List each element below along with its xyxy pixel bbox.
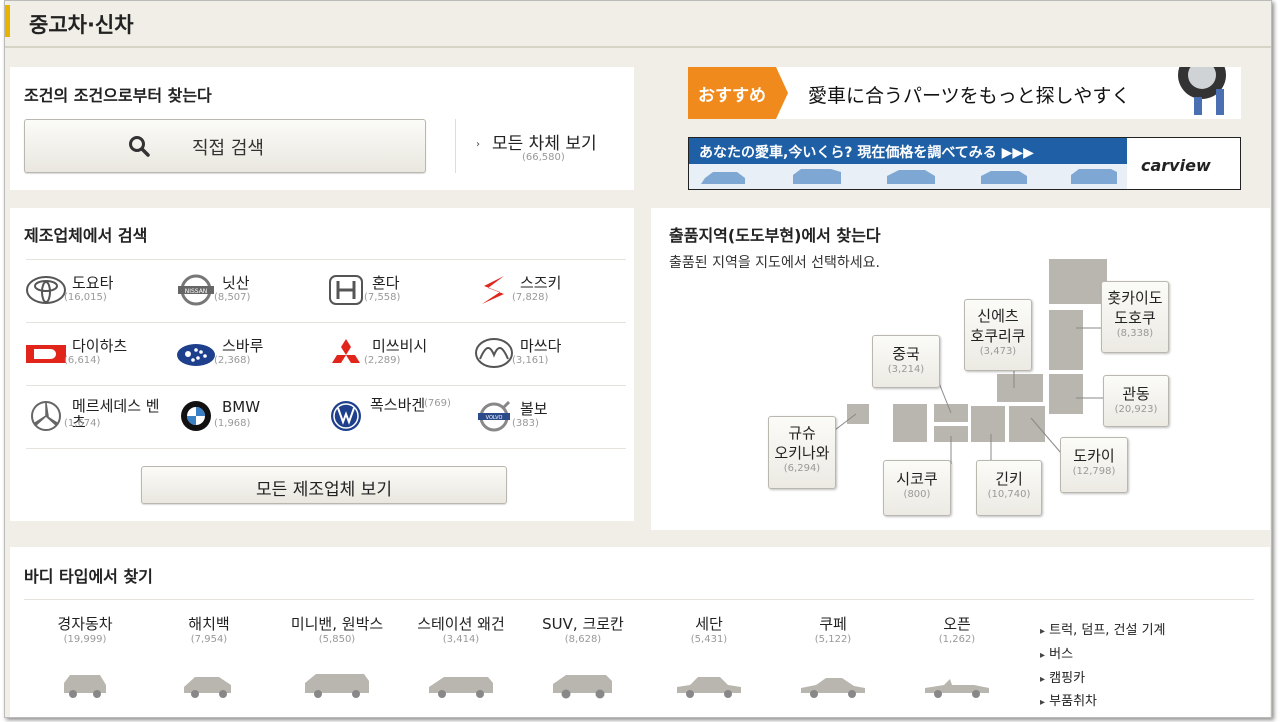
honda-logo-icon [326,274,366,306]
chevron-right-icon: › [476,139,480,150]
body-minivan[interactable]: 미니밴, 원박스 (5,850) [282,613,392,701]
row-divider [26,448,626,449]
maker-mazda[interactable]: 마쓰다 (3,161) [474,327,614,379]
ad1-text: 愛車に合うパーツをもっと探しやすく [808,81,1130,108]
row-divider [26,385,626,386]
all-cars-link[interactable]: › 모든 차체 보기 (66,580) [476,127,626,171]
hatchback-icon [181,671,237,701]
page-frame: 중고차·신차 조건의 조건으로부터 찾는다 직접 검색 › 모든 차체 보기 (… [4,0,1272,718]
chevron-right-icon: ▸ [1040,626,1045,637]
bodytype-title: 바디 타입에서 찾기 [24,563,153,587]
title-bar: 중고차·신차 [5,1,1271,48]
minivan-icon [302,671,372,701]
station-wagon-icon [426,671,496,701]
makers-title: 제조업체에서 검색 [24,222,147,246]
body-station-wagon[interactable]: 스테이션 왜건 (3,414) [406,613,516,701]
nissan-logo-icon: NISSAN [176,274,216,306]
convertible-icon [922,671,992,701]
maker-volkswagen[interactable]: 폭스바겐 (769) [326,390,466,442]
page-title: 중고차·신차 [29,9,134,39]
vw-logo-icon [326,400,366,432]
region-kyushu-okinawa[interactable]: 규슈 오키나와 (6,294) [768,416,836,489]
direct-search-button[interactable]: 직접 검색 [24,119,426,173]
ad-tag: おすすめ [688,67,788,119]
bmw-logo-icon [176,400,216,432]
makers-panel: 제조업체에서 검색 도요타 (16,015) NISSAN 닛산 (8,507)… [10,208,634,521]
carview-ad-left: あなたの愛車,今いくら? 現在価格を調べてみる ▶▶▶ [689,138,1127,189]
coupe-icon [798,671,868,701]
sedan-icon [674,671,744,701]
region-connector-lines [651,208,1270,530]
body-coupe[interactable]: 쿠페 (5,122) [778,613,888,701]
body-sedan[interactable]: 세단 (5,431) [654,613,764,701]
link-bus[interactable]: ▸ 버스 [1040,643,1073,662]
divider [455,119,456,173]
all-cars-label: 모든 차체 보기 [492,129,597,154]
region-shikoku[interactable]: 시코쿠 (800) [883,460,951,516]
condition-title: 조건의 조건으로부터 찾는다 [24,82,212,106]
maker-honda[interactable]: 혼다 (7,558) [326,264,466,316]
suv-icon [550,671,616,701]
mercedes-logo-icon [26,400,66,432]
maker-mercedes[interactable]: 메르세데스 벤츠 (1,674) [26,390,166,442]
tire-icon [1170,67,1234,119]
maker-suzuki[interactable]: 스즈키 (7,828) [474,264,614,316]
all-cars-count: (66,580) [522,152,565,163]
car-strip [689,164,1127,189]
regions-panel: 출품지역(도도부현)에서 찾는다 출품된 지역을 지도에서 선택하세요. [651,208,1270,530]
region-shinetsu-hokuriku[interactable]: 신에츠 호쿠리쿠 (3,473) [964,299,1032,371]
svg-text:NISSAN: NISSAN [185,288,208,295]
carview-ad-banner[interactable]: あなたの愛車,今いくら? 現在価格を調べてみる ▶▶▶ carview [688,137,1241,190]
row-divider [26,259,626,260]
suzuki-logo-icon [474,274,514,306]
body-hatchback[interactable]: 해치백 (7,954) [154,613,264,701]
region-tokai[interactable]: 도카이 (12,798) [1060,437,1128,493]
maker-subaru[interactable]: 스바루 (2,368) [176,327,316,379]
volvo-logo-icon: VOLVO [474,400,514,432]
subaru-logo-icon [176,337,216,369]
kei-car-icon [60,671,110,701]
chevron-right-icon: ▸ [1040,697,1045,708]
region-kinki[interactable]: 긴키 (10,740) [976,460,1042,516]
link-camper[interactable]: ▸ 캠핑카 [1040,667,1085,686]
condition-panel: 조건의 조건으로부터 찾는다 직접 검색 › 모든 차체 보기 (66,580) [10,67,634,190]
region-kanto[interactable]: 관동 (20,923) [1103,375,1169,427]
body-kei[interactable]: 경자동차 (19,999) [30,613,140,701]
chevron-right-icon: ▸ [1040,650,1045,661]
car-silhouettes-icon [689,164,1127,189]
mazda-logo-icon [474,337,514,369]
link-parts-car[interactable]: ▸ 부품취차 [1040,690,1097,709]
parts-ad-banner[interactable]: おすすめ 愛車に合うパーツをもっと探しやすく [688,67,1241,119]
mitsubishi-logo-icon [326,337,366,369]
title-accent [5,5,10,37]
chevron-right-icon: ▸ [1040,674,1045,685]
link-truck[interactable]: ▸ 트럭, 덤프, 건설 기계 [1040,619,1166,638]
all-makers-button[interactable]: 모든 제조업체 보기 [141,466,507,504]
maker-daihatsu[interactable]: 다이하츠 (6,614) [26,327,166,379]
body-suv[interactable]: SUV, 크로칸 (8,628) [528,613,638,701]
region-chugoku[interactable]: 중국 (3,214) [872,335,940,388]
region-hokkaido-tohoku[interactable]: 홋카이도 도호쿠 (8,338) [1101,281,1169,353]
svg-text:VOLVO: VOLVO [486,415,503,421]
search-icon [127,134,151,158]
daihatsu-logo-icon [26,337,66,369]
body-open[interactable]: 오픈 (1,262) [902,613,1012,701]
maker-nissan[interactable]: NISSAN 닛산 (8,507) [176,264,316,316]
maker-mitsubishi[interactable]: 미쓰비시 (2,289) [326,327,466,379]
row-divider [24,599,1254,600]
carview-brand: carview [1141,156,1211,175]
maker-toyota[interactable]: 도요타 (16,015) [26,264,166,316]
direct-search-label: 직접 검색 [192,134,264,160]
toyota-logo-icon [26,274,66,306]
row-divider [26,322,626,323]
maker-bmw[interactable]: BMW (1,968) [176,390,316,442]
bodytype-panel: 바디 타입에서 찾기 경자동차 (19,999) 해치백 (7,954) 미니밴… [10,547,1270,718]
maker-volvo[interactable]: VOLVO 볼보 (383) [474,390,614,442]
